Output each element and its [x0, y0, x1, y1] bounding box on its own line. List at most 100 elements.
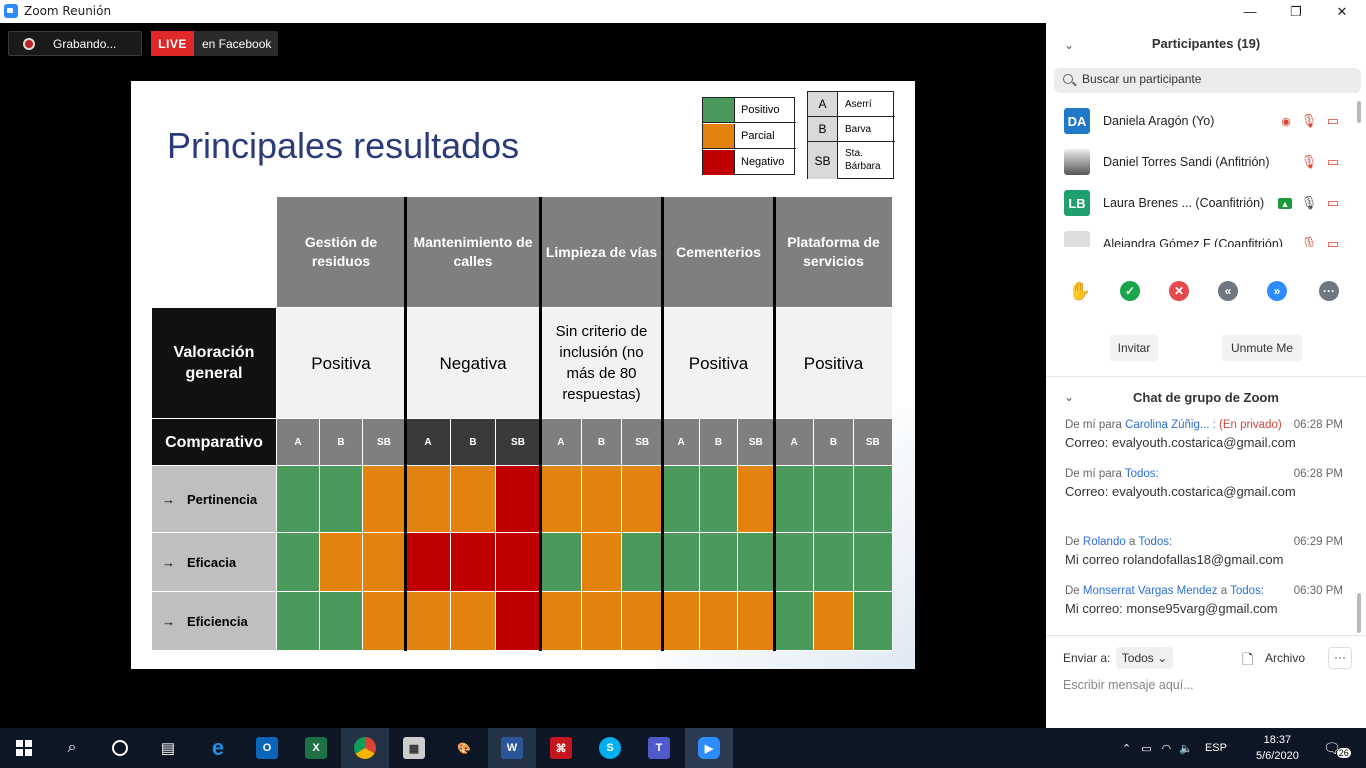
result-cell [775, 592, 815, 651]
more-reactions-icon[interactable]: ··· [1319, 281, 1339, 301]
mic-muted-icon[interactable]: 🎙 [1301, 154, 1318, 170]
go-faster-icon[interactable]: » [1267, 281, 1287, 301]
taskbar-app[interactable]: O [243, 728, 291, 768]
taskbar-app[interactable]: ⌘ [537, 728, 585, 768]
volume-icon[interactable]: 🔈 [1179, 742, 1193, 755]
taskbar-app[interactable]: W [488, 728, 536, 768]
chevron-up-icon[interactable]: ⌃ [1122, 742, 1131, 755]
criteria-label: → Eficiencia [152, 592, 277, 651]
language-indicator[interactable]: ESP [1205, 742, 1227, 754]
place-subheader: A [277, 419, 320, 466]
notifications-button[interactable]: 🗨 26 [1323, 728, 1351, 768]
participant-row[interactable]: Alejandra Gómez F (Coanfitrión) 🎙 ▭ [1046, 224, 1360, 247]
valoracion-cell: Negativa [406, 308, 541, 419]
participant-name: Laura Brenes ... (Coanfitrión) [1103, 196, 1265, 210]
taskbar-app[interactable]: 🎨 [440, 728, 488, 768]
taskbar-app[interactable] [341, 728, 389, 768]
place-subheader: B [320, 419, 363, 466]
word-icon: W [501, 737, 523, 759]
arrow-icon: → [162, 491, 175, 507]
recipient-link[interactable]: Todos: [1125, 468, 1159, 480]
legend-label: Parcial [741, 130, 775, 142]
search-button[interactable]: ⌕ [48, 728, 96, 768]
criteria-label: → Eficacia [152, 533, 277, 592]
sender-link[interactable]: Rolando [1083, 536, 1126, 548]
live-platform: en Facebook [202, 37, 272, 51]
title-bar: Zoom Reunión — ❐ ✕ [0, 0, 1366, 23]
yes-icon[interactable]: ✓ [1120, 281, 1140, 301]
result-cell [451, 466, 496, 533]
mic-icon[interactable]: 🎙 [1301, 195, 1318, 211]
criteria-text: Eficiencia [187, 613, 248, 629]
comparativo-label: Comparativo [152, 419, 277, 466]
participant-row[interactable]: Daniel Torres Sandi (Anfitrión) 🎙 ▭ [1046, 142, 1360, 183]
recipient-link[interactable]: Carolina Zúñig... : [1125, 419, 1216, 431]
place-subheader: A [663, 419, 701, 466]
recording-indicator[interactable]: Grabando... [8, 31, 142, 56]
result-cell [581, 466, 623, 533]
taskbar-app[interactable]: T [635, 728, 683, 768]
raise-hand-icon[interactable]: ✋ [1069, 281, 1091, 301]
side-panel: ⌄ Participantes (19) DA Daniela Aragón (… [1046, 23, 1366, 728]
video-off-icon[interactable]: ▭ [1325, 195, 1341, 211]
invite-button[interactable]: Invitar [1110, 335, 1158, 361]
message-time: 06:30 PM [1293, 585, 1343, 597]
video-off-icon[interactable]: ▭ [1325, 154, 1341, 170]
recipient-link[interactable]: Todos: [1230, 585, 1264, 597]
clock[interactable]: 18:37 5/6/2020 [1256, 728, 1299, 768]
live-stream-indicator[interactable]: LIVE en Facebook [151, 31, 278, 56]
place-subheader: SB [496, 419, 541, 466]
result-cell [775, 533, 815, 592]
record-icon [23, 38, 35, 50]
zoom-logo-icon [4, 4, 18, 18]
place-subheader: A [406, 419, 451, 466]
cortana-button[interactable] [96, 728, 144, 768]
paint-icon: 🎨 [457, 742, 471, 755]
place-subheader: A [775, 419, 815, 466]
result-cell [320, 533, 363, 592]
chat-input[interactable]: Escribir mensaje aquí... [1063, 678, 1194, 692]
file-button[interactable]: Archivo [1265, 651, 1305, 665]
participant-scrollbar[interactable] [1357, 101, 1361, 123]
result-cell [853, 533, 893, 592]
taskbar-app[interactable]: ▦ [390, 728, 438, 768]
task-view-button[interactable]: ▤ [144, 728, 192, 768]
video-off-icon[interactable]: ▭ [1325, 113, 1341, 129]
unmute-me-button[interactable]: Unmute Me [1222, 335, 1302, 361]
place-subheader: B [451, 419, 496, 466]
criteria-label: → Pertinencia [152, 466, 277, 533]
close-button[interactable]: ✕ [1319, 0, 1365, 23]
wifi-icon[interactable]: ◠ [1162, 742, 1172, 755]
participant-row[interactable]: LB Laura Brenes ... (Coanfitrión) ▲ 🎙 ▭ [1046, 183, 1360, 224]
taskbar-app[interactable]: S [586, 728, 634, 768]
restore-button[interactable]: ❐ [1273, 0, 1319, 23]
live-badge: LIVE [151, 31, 194, 56]
taskbar-app[interactable]: ▶ [685, 728, 733, 768]
participant-search[interactable] [1054, 68, 1361, 93]
chat-message: De Monserrat Vargas Mendez a Todos: 06:3… [1065, 585, 1343, 616]
divider [1046, 635, 1366, 636]
chat-header: Chat de grupo de Zoom [1133, 390, 1279, 405]
video-off-icon[interactable]: ▭ [1325, 236, 1341, 247]
go-slower-icon[interactable]: « [1218, 281, 1238, 301]
recipient-link[interactable]: Todos: [1138, 536, 1172, 548]
sender-link[interactable]: Monserrat Vargas Mendez [1083, 585, 1218, 597]
send-to-dropdown[interactable]: Todos ⌄ [1116, 647, 1173, 669]
chat-scrollbar[interactable] [1357, 593, 1361, 633]
taskbar-app[interactable]: X [292, 728, 340, 768]
no-icon[interactable]: ✕ [1169, 281, 1189, 301]
task-view-icon: ▤ [160, 740, 176, 757]
place-subheader: A [541, 419, 582, 466]
participant-search-input[interactable] [1082, 72, 1352, 86]
battery-icon[interactable]: ▭ [1141, 742, 1151, 755]
shared-slide: Principales resultados Positivo Parcial … [131, 81, 915, 669]
participant-row[interactable]: DA Daniela Aragón (Yo) ◉ 🎙 ▭ [1046, 101, 1360, 142]
place-legend: A Aserrí B Barva SB Sta. Bárbara [807, 91, 895, 179]
file-icon[interactable]: 🗋 [1242, 649, 1253, 673]
mic-muted-icon[interactable]: 🎙 [1301, 236, 1318, 247]
chat-more-button[interactable]: ··· [1328, 647, 1352, 669]
taskbar-app[interactable]: e [194, 728, 242, 768]
mic-muted-icon[interactable]: 🎙 [1301, 113, 1318, 129]
minimize-button[interactable]: — [1227, 0, 1273, 23]
start-button[interactable] [0, 728, 48, 768]
